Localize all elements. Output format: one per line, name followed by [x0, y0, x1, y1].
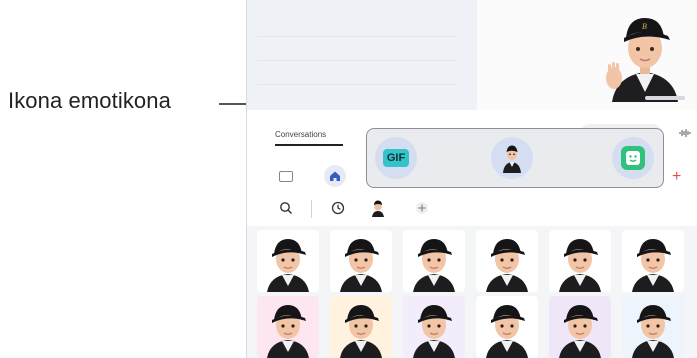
avatar-sticker-icon [559, 239, 601, 292]
home-tab[interactable] [324, 165, 346, 187]
clock-icon[interactable] [331, 201, 345, 215]
chat-area-left [247, 0, 477, 110]
sticker-toolbar [247, 192, 697, 226]
avatar-sticker-icon [559, 305, 601, 358]
plus-icon[interactable] [415, 201, 429, 215]
waveform-icon[interactable] [679, 128, 691, 141]
avatar-sticker-icon [267, 305, 309, 358]
gif-badge: GIF [383, 149, 409, 167]
sticker-avatar-wow[interactable] [476, 230, 538, 292]
sticker-avatar-shock[interactable] [549, 230, 611, 292]
sent-avatar-sticker: B [606, 18, 678, 102]
sticker-avatar-thanks[interactable] [403, 296, 465, 358]
search-icon[interactable] [279, 201, 293, 215]
keyboard-icon[interactable] [279, 171, 293, 182]
avatar-sticker-icon [340, 305, 382, 358]
sticker-avatar-neutral[interactable] [257, 230, 319, 292]
add-button[interactable]: + [672, 168, 681, 186]
sticker-avatar-dizzy[interactable] [549, 296, 611, 358]
sticker-avatar-smile[interactable] [330, 230, 392, 292]
sticker-avatar-wink[interactable] [403, 230, 465, 292]
avatar-tab-icon[interactable] [371, 199, 385, 217]
emoji-sticker-button[interactable] [612, 137, 654, 179]
avatar-sticker-icon [486, 239, 528, 292]
sticker-avatar-sorry[interactable] [330, 296, 392, 358]
avatar-sticker-icon [413, 239, 455, 292]
emoticon-popup: GIF [366, 128, 664, 188]
avatar-emoticon-icon [503, 145, 521, 173]
avatar-sticker-icon [267, 239, 309, 292]
tab-conversations[interactable]: Conversations [275, 130, 326, 139]
avatar-sticker-icon [413, 305, 455, 358]
tab-underline [275, 144, 343, 146]
svg-text:B: B [642, 22, 647, 31]
sticker-avatar-rain[interactable] [622, 296, 684, 358]
message-timestamp [645, 96, 685, 100]
gif-button[interactable]: GIF [375, 137, 417, 179]
emoticon-button[interactable] [491, 137, 533, 179]
emoji-sticker-icon [621, 146, 645, 170]
avatar-sticker-icon [340, 239, 382, 292]
avatar-sticker-icon [632, 305, 674, 358]
sticker-avatar-question[interactable] [476, 296, 538, 358]
home-icon [330, 171, 340, 181]
callout-label: Ikona emotikona [8, 88, 171, 113]
avatar-sticker-icon [632, 239, 674, 292]
toolbar-divider [311, 200, 312, 218]
avatar-sticker-icon [486, 305, 528, 358]
sticker-avatar-wave[interactable] [622, 230, 684, 292]
sticker-avatar-ok[interactable] [257, 296, 319, 358]
